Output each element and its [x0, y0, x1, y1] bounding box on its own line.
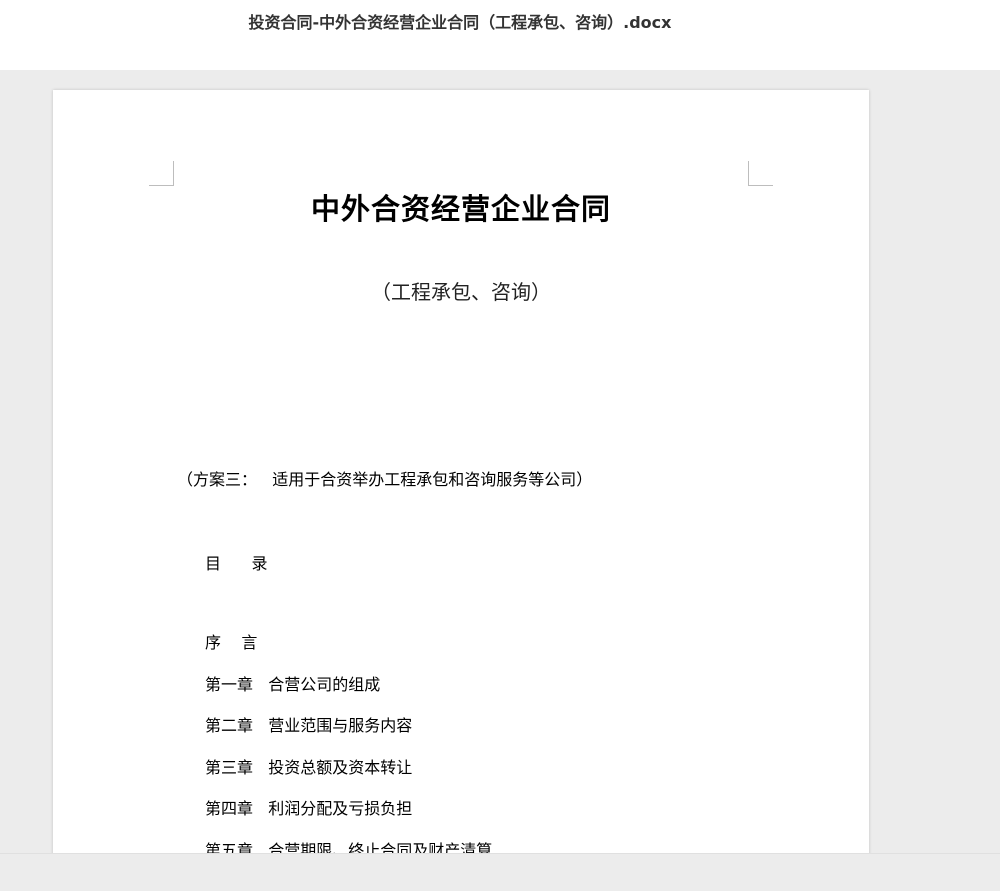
scheme-note: （方案三： 适用于合资举办工程承包和咨询服务等公司） — [177, 470, 593, 489]
toc-heading: 目 录 — [205, 554, 268, 573]
contract-subtitle: （工程承包、咨询） — [371, 280, 551, 304]
bottom-bar — [0, 853, 1000, 891]
toc-item-chapter-1: 第一章 合营公司的组成 — [205, 674, 381, 694]
toc-item-chapter-2: 第二章 营业范围与服务内容 — [205, 716, 413, 735]
toc-item-preface: 序 言 — [205, 633, 258, 652]
toc-item-chapter-5: 第五章 合营期限、终止合同及财产清算 — [205, 840, 493, 854]
table-of-contents: 序 言 第一章 合营公司的组成 第二章 营业范围与服务内容 第三章 投资总额及资… — [205, 633, 492, 853]
toc-item-chapter-3: 第三章 投资总额及资本转让 — [205, 757, 413, 777]
toc-item-chapter-4: 第四章 利润分配及亏损负担 — [205, 799, 413, 818]
title-bar: 投资合同-中外合资经营企业合同（工程承包、咨询）.docx — [0, 0, 1000, 70]
contract-title: 中外合资经营企业合同 — [310, 192, 611, 226]
margin-corner-top-left — [149, 161, 174, 186]
document-viewer[interactable]: 中外合资经营企业合同 （工程承包、咨询） （方案三： 适用于合资举办工程承包和咨… — [0, 70, 1000, 853]
document-page: 中外合资经营企业合同 （工程承包、咨询） （方案三： 适用于合资举办工程承包和咨… — [53, 90, 869, 853]
document-filename: 投资合同-中外合资经营企业合同（工程承包、咨询）.docx — [248, 13, 672, 32]
margin-corner-top-right — [748, 161, 773, 186]
